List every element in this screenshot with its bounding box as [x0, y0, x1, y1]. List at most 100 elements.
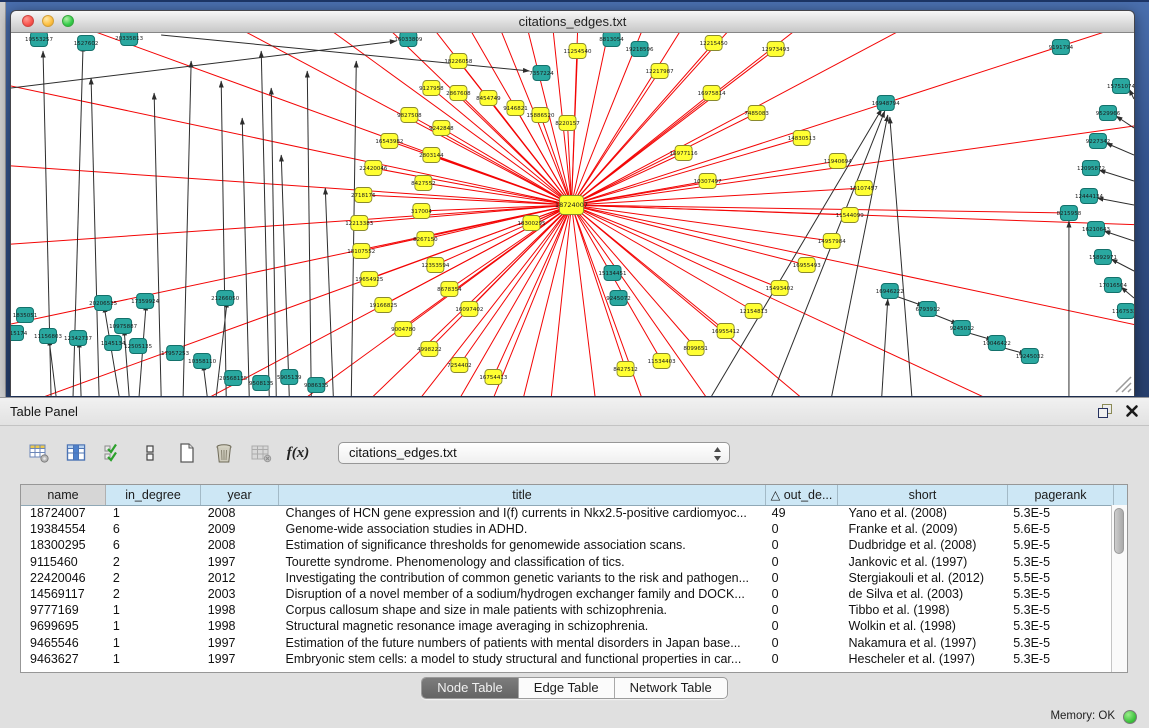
network-node[interactable]: 2867608: [446, 86, 471, 101]
table-cell-short[interactable]: Hescheler et al. (1997): [837, 651, 1007, 667]
scrollbar-thumb[interactable]: [1114, 508, 1124, 554]
table-cell-title[interactable]: Changes of HCN gene expression and I(f) …: [279, 505, 765, 521]
table-cell-short[interactable]: Tibbo et al. (1998): [837, 602, 1007, 618]
network-node[interactable]: 7254402: [447, 358, 472, 373]
column-header-in-degree[interactable]: in_degree: [106, 485, 201, 505]
network-node[interactable]: 16955493: [793, 258, 822, 273]
table-cell-out-degree[interactable]: 0: [765, 570, 837, 586]
tab-edge-table[interactable]: Edge Table: [519, 678, 615, 698]
network-node[interactable]: 16948794: [872, 96, 901, 111]
table-cell-pagerank[interactable]: 5.3E-5: [1006, 554, 1112, 570]
network-node[interactable]: 9086335: [304, 378, 329, 393]
network-hub-node[interactable]: 18724007: [555, 196, 588, 215]
network-node[interactable]: 10975887: [109, 319, 138, 334]
table-cell-out-degree[interactable]: 0: [765, 618, 837, 634]
table-row[interactable]: 946362711997Embryonic stem cells: a mode…: [21, 651, 1112, 667]
network-node[interactable]: 8678354: [437, 282, 462, 297]
network-node[interactable]: 15892971: [1089, 250, 1117, 265]
table-cell-name[interactable]: 14569117: [21, 586, 106, 602]
table-cell-out-degree[interactable]: 0: [765, 537, 837, 553]
network-node[interactable]: 6793912: [916, 302, 941, 317]
network-node[interactable]: 17016504: [1099, 278, 1128, 293]
column-header-out-degree[interactable]: △ out_de...: [766, 485, 838, 505]
network-node[interactable]: 19245032: [1016, 349, 1044, 364]
table-cell-name[interactable]: 9777169: [21, 602, 106, 618]
column-header-short[interactable]: short: [838, 485, 1008, 505]
network-node[interactable]: 17957253: [161, 346, 190, 361]
table-cell-out-degree[interactable]: 0: [765, 602, 837, 618]
table-cell-name[interactable]: 19384554: [21, 521, 106, 537]
table-cell-pagerank[interactable]: 5.3E-5: [1006, 618, 1112, 634]
network-node[interactable]: 12095872: [1077, 161, 1105, 176]
network-node[interactable]: 8427512: [613, 362, 638, 377]
network-node[interactable]: 8813054: [599, 33, 624, 47]
table-cell-name[interactable]: 9699695: [21, 618, 106, 634]
table-cell-pagerank[interactable]: 5.5E-5: [1006, 570, 1112, 586]
table-cell-year[interactable]: 1997: [201, 635, 279, 651]
table-cell-pagerank[interactable]: 5.6E-5: [1006, 521, 1112, 537]
row-height-icon[interactable]: [139, 442, 161, 464]
network-node[interactable]: 14957984: [818, 234, 847, 249]
table-cell-in-degree[interactable]: 6: [106, 537, 201, 553]
network-node[interactable]: 10358110: [188, 354, 217, 369]
network-node[interactable]: 1145134: [101, 336, 126, 351]
network-node[interactable]: 11675338: [1112, 304, 1134, 319]
table-cell-short[interactable]: Wolkin et al. (1998): [837, 618, 1007, 634]
network-node[interactable]: 9529966: [1096, 106, 1121, 121]
network-node[interactable]: 9227342: [1086, 134, 1111, 149]
tab-node-table[interactable]: Node Table: [422, 678, 519, 698]
table-cell-short[interactable]: Franke et al. (2009): [837, 521, 1007, 537]
table-cell-short[interactable]: Stergiakouli et al. (2012): [837, 570, 1007, 586]
table-cell-in-degree[interactable]: 1: [106, 651, 201, 667]
network-node[interactable]: 20206535: [89, 296, 118, 311]
table-cell-year[interactable]: 2003: [201, 586, 279, 602]
table-cell-year[interactable]: 1998: [201, 618, 279, 634]
network-node[interactable]: 22420046: [359, 161, 388, 176]
table-cell-out-degree[interactable]: 0: [765, 554, 837, 570]
network-node[interactable]: 9004780: [391, 322, 416, 337]
table-cell-out-degree[interactable]: 0: [765, 586, 837, 602]
table-cell-title[interactable]: Tourette syndrome. Phenomenology and cla…: [279, 554, 765, 570]
network-node[interactable]: 16946222: [876, 284, 904, 299]
table-selector-dropdown[interactable]: citations_edges.txt: [338, 442, 730, 464]
table-row[interactable]: 946554611997Estimation of the future num…: [21, 635, 1112, 651]
table-cell-name[interactable]: 22420046: [21, 570, 106, 586]
network-node[interactable]: 16543982: [375, 134, 403, 149]
network-node[interactable]: 9146821: [503, 101, 528, 116]
network-node[interactable]: 19654925: [355, 272, 384, 287]
network-node[interactable]: 9127958: [419, 81, 444, 96]
network-window-titlebar[interactable]: citations_edges.txt: [11, 11, 1134, 33]
table-cell-year[interactable]: 2008: [201, 537, 279, 553]
table-cell-in-degree[interactable]: 1: [106, 635, 201, 651]
table-cell-pagerank[interactable]: 5.3E-5: [1006, 651, 1112, 667]
delete-column-icon[interactable]: [213, 442, 235, 464]
column-header-pagerank[interactable]: pagerank: [1008, 485, 1114, 505]
network-node[interactable]: 8915174: [11, 326, 28, 341]
table-cell-short[interactable]: Nakamura et al. (1997): [837, 635, 1007, 651]
network-canvas[interactable]: 1872400718226058912795898275081654398222…: [11, 33, 1134, 396]
network-node[interactable]: 17359924: [131, 294, 160, 309]
table-cell-in-degree[interactable]: 1: [106, 505, 201, 521]
table-cell-name[interactable]: 18724007: [21, 505, 106, 521]
table-row[interactable]: 1938455462009Genome-wide association stu…: [21, 521, 1112, 537]
network-node[interactable]: 12217987: [646, 64, 675, 79]
table-cell-pagerank[interactable]: 5.3E-5: [1006, 505, 1112, 521]
table-cell-title[interactable]: Corpus callosum shape and size in male p…: [279, 602, 765, 618]
table-cell-in-degree[interactable]: 2: [106, 586, 201, 602]
table-cell-pagerank[interactable]: 5.9E-5: [1006, 537, 1112, 553]
network-node[interactable]: 15493402: [766, 281, 794, 296]
network-node[interactable]: 1835051: [13, 308, 38, 323]
column-visibility-icon[interactable]: [65, 442, 87, 464]
table-cell-name[interactable]: 9463627: [21, 651, 106, 667]
table-cell-title[interactable]: Investigating the contribution of common…: [279, 570, 765, 586]
network-node[interactable]: 12215450: [700, 36, 729, 51]
select-columns-icon[interactable]: [102, 442, 124, 464]
table-cell-out-degree[interactable]: 0: [765, 635, 837, 651]
network-node[interactable]: 16033809: [394, 33, 423, 47]
network-node[interactable]: 12213383: [345, 216, 374, 231]
table-cell-year[interactable]: 1997: [201, 554, 279, 570]
network-node[interactable]: 12973493: [762, 42, 791, 57]
network-node[interactable]: 7357224: [529, 66, 554, 81]
table-mode-icon[interactable]: [28, 442, 50, 464]
network-node[interactable]: 14830513: [788, 131, 817, 146]
